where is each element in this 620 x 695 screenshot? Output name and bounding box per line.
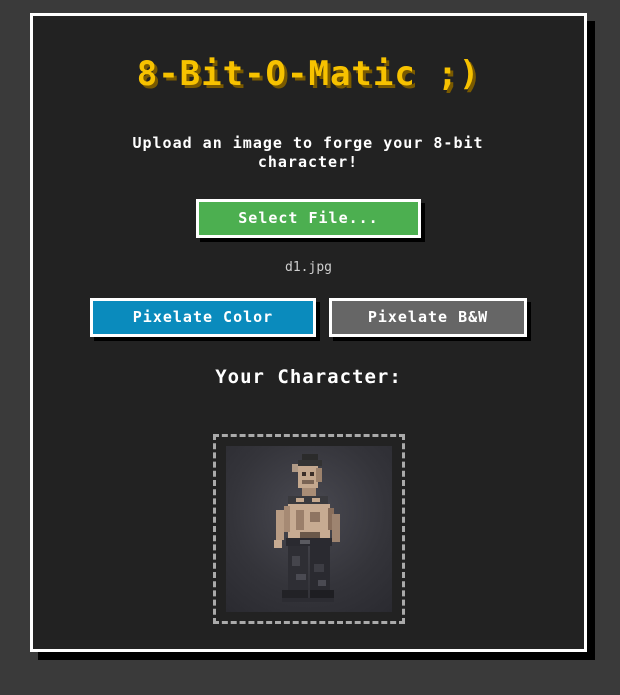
select-file-button[interactable]: Select File... [196,199,421,238]
app-panel: 8-Bit-O-Matic ;) Upload an image to forg… [30,13,587,652]
pixelate-color-button[interactable]: Pixelate Color [90,298,316,337]
pixelated-character-image [226,446,392,612]
app-title: 8-Bit-O-Matic ;) [136,54,481,94]
upload-instructions: Upload an image to forge your 8-bit char… [132,134,484,171]
result-heading: Your Character: [215,366,402,388]
pixelate-bw-button[interactable]: Pixelate B&W [329,298,527,337]
selected-filename: d1.jpg [285,260,332,275]
character-preview-frame [213,434,405,624]
